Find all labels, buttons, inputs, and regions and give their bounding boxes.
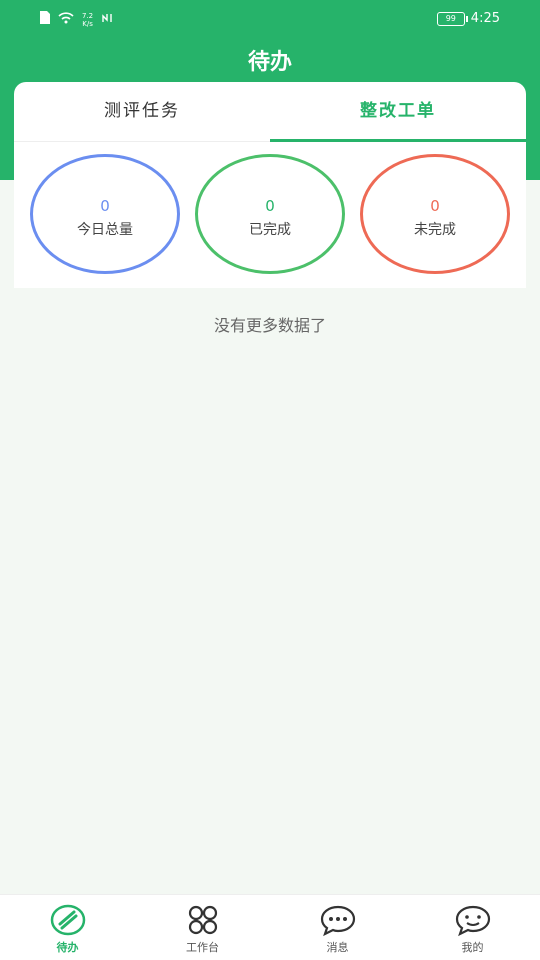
stat-completed-value: 0 — [265, 197, 275, 215]
content-card: 测评任务 整改工单 0 今日总量 0 已完成 0 未完成 — [14, 82, 526, 288]
nav-todo-label: 待办 — [56, 941, 79, 954]
nfc-icon — [101, 12, 113, 28]
stat-uncompleted: 0 未完成 — [360, 154, 510, 274]
nav-todo[interactable]: 待办 — [0, 895, 135, 960]
todo-icon — [50, 904, 85, 936]
face-icon — [455, 905, 490, 937]
battery-icon: 99 — [436, 11, 468, 26]
chat-bubble-icon — [320, 905, 355, 937]
nav-messages[interactable]: 消息 — [270, 895, 405, 960]
page-title: 待办 — [247, 50, 292, 75]
stat-total-value: 0 — [100, 197, 110, 215]
nav-mine-label: 我的 — [461, 941, 484, 954]
nav-messages-label: 消息 — [326, 941, 349, 954]
bottom-nav: 待办 工作台 消息 我的 — [0, 894, 540, 960]
nav-workbench[interactable]: 工作台 — [135, 895, 270, 960]
network-speed: 7.2 K/s — [82, 12, 93, 28]
stat-completed: 0 已完成 — [195, 154, 345, 274]
wifi-icon — [58, 11, 74, 28]
stat-total-today: 0 今日总量 — [30, 154, 180, 274]
empty-list-text: 没有更多数据了 — [213, 316, 326, 335]
stat-uncompleted-label: 未完成 — [414, 222, 456, 238]
stat-completed-label: 已完成 — [249, 222, 291, 238]
nav-workbench-label: 工作台 — [186, 941, 219, 954]
stat-total-label: 今日总量 — [77, 222, 133, 238]
status-right: 99 4:25 — [436, 11, 500, 26]
nav-mine[interactable]: 我的 — [405, 895, 540, 960]
network-speed-value: 7.2 — [82, 11, 94, 20]
network-speed-unit: K/s — [82, 19, 93, 28]
stats-row: 0 今日总量 0 已完成 0 未完成 — [14, 142, 526, 288]
status-left: 7.2 K/s — [40, 11, 113, 28]
clock: 4:25 — [470, 11, 500, 26]
tab-rectification-orders[interactable]: 整改工单 — [270, 82, 526, 142]
sim-icon — [40, 11, 50, 28]
grid-icon — [188, 905, 217, 935]
tab-bar: 测评任务 整改工单 — [14, 82, 526, 142]
status-bar: 7.2 K/s 99 4:25 — [0, 0, 540, 40]
tab-evaluation-tasks[interactable]: 测评任务 — [14, 82, 270, 141]
stat-uncompleted-value: 0 — [430, 197, 440, 215]
